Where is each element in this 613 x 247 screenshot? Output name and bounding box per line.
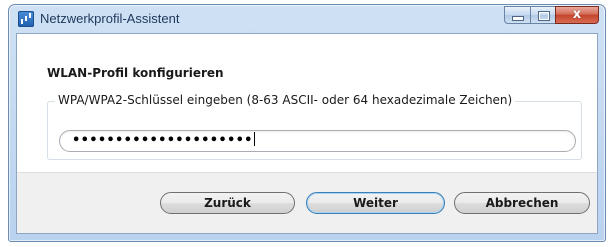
title-bar[interactable]: Netzwerkprofil-Assistent x bbox=[9, 5, 605, 33]
button-bar: Zurück Weiter Abbrechen bbox=[17, 172, 597, 233]
minimize-icon bbox=[513, 17, 523, 20]
password-group-label: WPA/WPA2-Schlüssel eingeben (8-63 ASCII-… bbox=[55, 93, 516, 107]
dialog-window: Netzwerkprofil-Assistent x WLAN-Profil k… bbox=[8, 4, 606, 242]
text-caret bbox=[253, 132, 255, 146]
close-icon: x bbox=[572, 7, 582, 22]
caption-buttons: x bbox=[504, 6, 599, 25]
maximize-icon bbox=[538, 11, 550, 21]
page-heading: WLAN-Profil konfigurieren bbox=[47, 66, 224, 80]
password-input[interactable]: ••••••••••••••••••••• bbox=[59, 130, 576, 152]
dialog-content: WLAN-Profil konfigurieren WPA/WPA2-Schlü… bbox=[16, 33, 598, 234]
window-title: Netzwerkprofil-Assistent bbox=[40, 11, 180, 26]
next-button[interactable]: Weiter bbox=[306, 192, 445, 214]
wifi-signal-icon bbox=[18, 11, 34, 27]
cancel-button[interactable]: Abbrechen bbox=[454, 192, 590, 214]
close-button[interactable]: x bbox=[555, 6, 599, 24]
back-button[interactable]: Zurück bbox=[160, 192, 295, 214]
password-masked-value: ••••••••••••••••••••• bbox=[72, 132, 255, 148]
minimize-button[interactable] bbox=[504, 6, 530, 24]
maximize-button[interactable] bbox=[530, 6, 555, 24]
